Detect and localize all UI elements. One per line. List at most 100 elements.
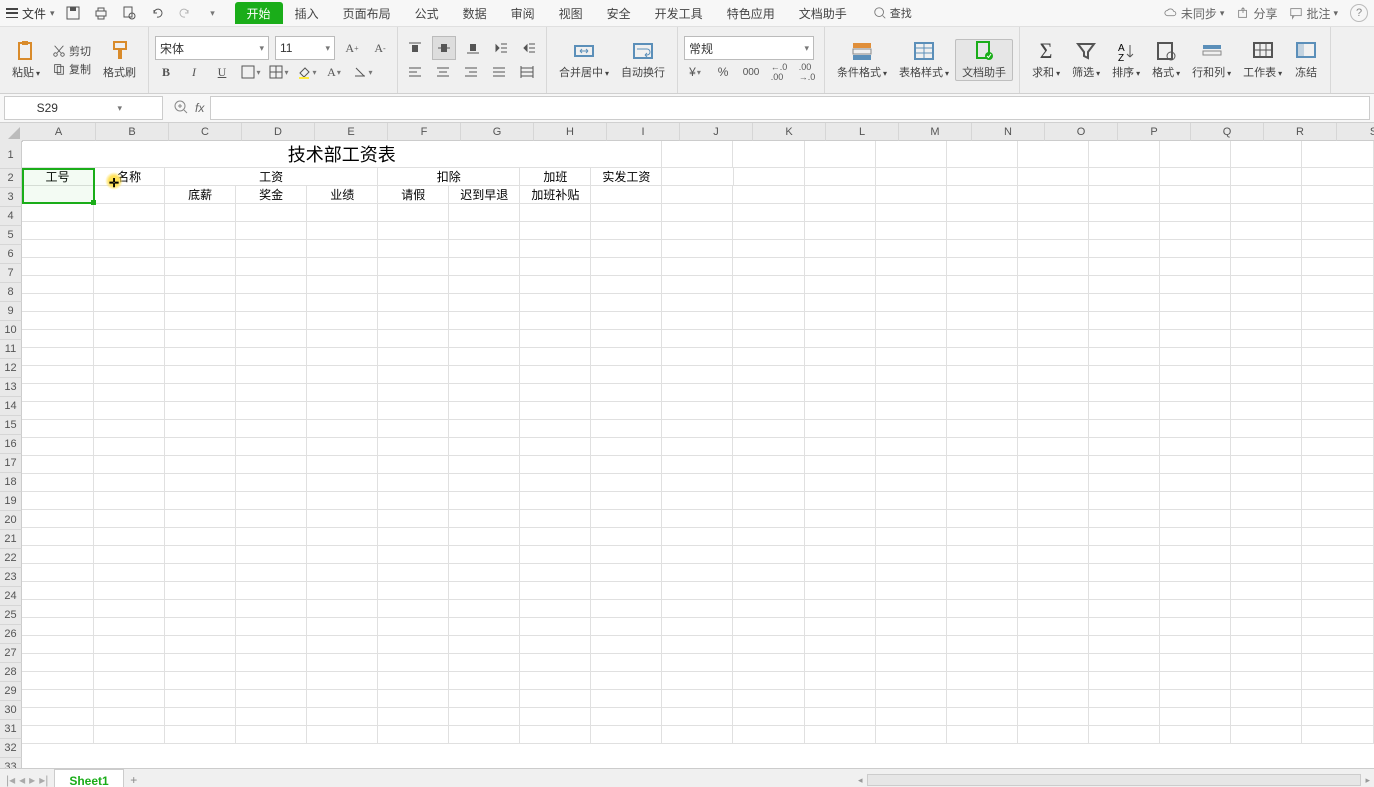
cell[interactable] — [1018, 600, 1089, 618]
cell[interactable] — [307, 474, 378, 492]
cell[interactable] — [378, 636, 449, 654]
cell[interactable] — [449, 654, 520, 672]
cell[interactable] — [733, 510, 804, 528]
cell[interactable] — [1160, 402, 1231, 420]
row-header[interactable]: 21 — [0, 530, 22, 549]
cell[interactable] — [236, 438, 307, 456]
format-painter-button[interactable]: 格式刷 — [97, 40, 142, 80]
cell[interactable] — [1089, 222, 1160, 240]
ribbon-tab-2[interactable]: 页面布局 — [331, 0, 403, 26]
cell[interactable] — [733, 690, 804, 708]
cell[interactable] — [236, 384, 307, 402]
cell[interactable] — [1231, 222, 1302, 240]
cell[interactable] — [662, 564, 733, 582]
cell[interactable] — [307, 330, 378, 348]
cell[interactable] — [662, 384, 733, 402]
cell[interactable] — [805, 330, 876, 348]
cell[interactable] — [733, 438, 804, 456]
cell[interactable] — [1018, 222, 1089, 240]
cell[interactable] — [1089, 294, 1160, 312]
cell[interactable] — [947, 420, 1018, 438]
cell[interactable] — [591, 528, 662, 546]
fx-icon[interactable]: fx — [195, 101, 204, 115]
col-header[interactable]: N — [972, 123, 1045, 141]
increase-font-icon[interactable]: A+ — [341, 37, 363, 59]
cell[interactable] — [1302, 348, 1374, 366]
cell[interactable] — [947, 438, 1018, 456]
cell[interactable] — [165, 438, 236, 456]
cell[interactable] — [94, 618, 165, 636]
cell[interactable] — [165, 204, 236, 222]
cell[interactable] — [520, 546, 591, 564]
cell[interactable] — [591, 708, 662, 726]
file-menu[interactable]: 文件 ▾ — [6, 5, 55, 22]
cell[interactable] — [662, 294, 733, 312]
cell[interactable] — [1160, 654, 1231, 672]
cell[interactable]: 迟到早退 — [449, 186, 520, 204]
cell[interactable] — [236, 654, 307, 672]
cell[interactable] — [1231, 312, 1302, 330]
cell[interactable] — [165, 636, 236, 654]
cell[interactable] — [94, 672, 165, 690]
cell[interactable] — [378, 474, 449, 492]
cell[interactable] — [1160, 384, 1231, 402]
cell[interactable] — [236, 348, 307, 366]
cell[interactable] — [1089, 438, 1160, 456]
cell[interactable] — [1302, 528, 1374, 546]
cell[interactable] — [1231, 618, 1302, 636]
cell[interactable] — [165, 708, 236, 726]
cell[interactable] — [876, 636, 947, 654]
cell[interactable] — [1302, 240, 1374, 258]
cell[interactable] — [1160, 186, 1231, 204]
cell[interactable] — [1018, 456, 1089, 474]
cell[interactable] — [236, 708, 307, 726]
cell[interactable] — [947, 510, 1018, 528]
cell[interactable] — [591, 240, 662, 258]
row-header[interactable]: 24 — [0, 587, 22, 606]
cells-area[interactable]: 技术部工资表工号名称工资扣除加班实发工资底薪奖金业绩请假迟到早退加班补贴 — [22, 141, 1374, 768]
cell[interactable] — [876, 312, 947, 330]
cell[interactable] — [805, 582, 876, 600]
cell[interactable] — [94, 582, 165, 600]
cell[interactable] — [1089, 168, 1160, 186]
cell[interactable] — [449, 690, 520, 708]
cell[interactable] — [22, 726, 94, 744]
cell[interactable] — [876, 564, 947, 582]
cell[interactable] — [733, 294, 804, 312]
cell[interactable] — [22, 474, 94, 492]
cell[interactable] — [1089, 312, 1160, 330]
cell[interactable] — [449, 330, 520, 348]
cell[interactable] — [876, 276, 947, 294]
cell[interactable] — [947, 348, 1018, 366]
cell[interactable] — [876, 672, 947, 690]
cell[interactable] — [876, 168, 947, 186]
cell[interactable] — [1160, 294, 1231, 312]
cell[interactable] — [947, 708, 1018, 726]
cell[interactable] — [449, 528, 520, 546]
spreadsheet-grid[interactable]: ABCDEFGHIJKLMNOPQRS 12345678910111213141… — [0, 123, 1374, 768]
cell[interactable] — [662, 654, 733, 672]
cell[interactable] — [1160, 600, 1231, 618]
cell[interactable] — [165, 258, 236, 276]
ribbon-tab-7[interactable]: 安全 — [595, 0, 643, 26]
cell[interactable] — [1302, 420, 1374, 438]
cell[interactable] — [876, 510, 947, 528]
cell[interactable] — [591, 402, 662, 420]
cell[interactable] — [1302, 366, 1374, 384]
cell[interactable] — [1018, 240, 1089, 258]
cell[interactable] — [662, 141, 733, 168]
filter-button[interactable]: 筛选▾ — [1066, 40, 1106, 80]
cell[interactable] — [307, 492, 378, 510]
cell[interactable] — [449, 510, 520, 528]
cell[interactable] — [947, 600, 1018, 618]
cell[interactable] — [947, 141, 1018, 168]
cell[interactable] — [1231, 384, 1302, 402]
cell[interactable] — [520, 654, 591, 672]
cell[interactable] — [307, 654, 378, 672]
col-header[interactable]: D — [242, 123, 315, 141]
cell[interactable] — [1018, 384, 1089, 402]
cell[interactable] — [662, 258, 733, 276]
cell[interactable] — [947, 276, 1018, 294]
cell[interactable] — [22, 582, 94, 600]
cell[interactable] — [1231, 186, 1302, 204]
